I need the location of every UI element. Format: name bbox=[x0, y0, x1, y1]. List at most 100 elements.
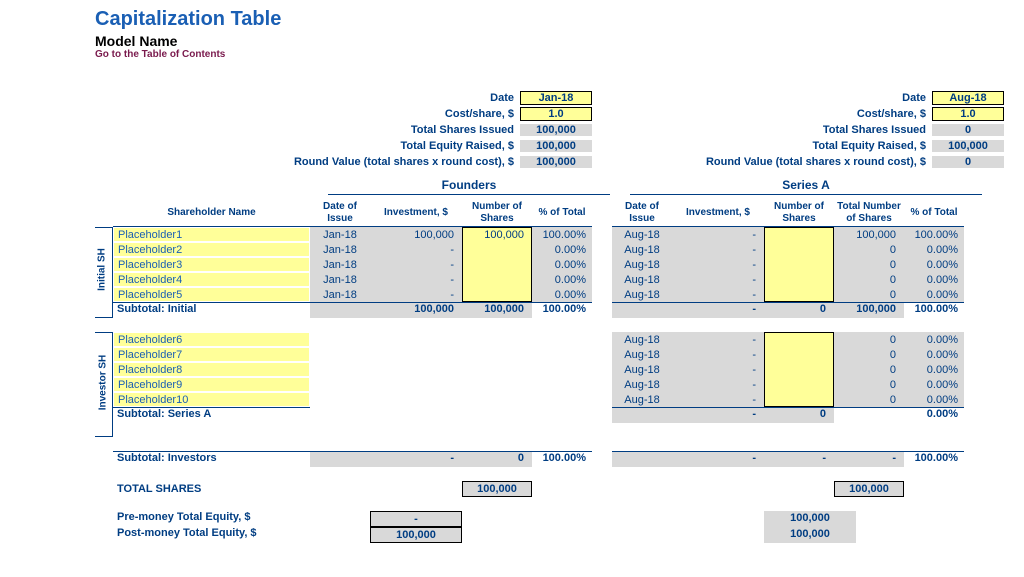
cell-a-total: 0 bbox=[834, 362, 904, 377]
subtotal-investors-f-pct: 100.00% bbox=[532, 451, 592, 467]
shareholder-name[interactable]: Placeholder4 bbox=[113, 272, 310, 287]
cell-a-total: 0 bbox=[834, 272, 904, 287]
cell-f-shares[interactable] bbox=[462, 287, 532, 302]
post-money-label: Post-money Total Equity, $ bbox=[113, 527, 370, 543]
shareholder-name[interactable]: Placeholder3 bbox=[113, 257, 310, 272]
label-initial-sh: Initial SH bbox=[97, 245, 108, 295]
cell-a-shares[interactable] bbox=[764, 257, 834, 272]
table-row: Placeholder9Aug-18-00.00% bbox=[113, 377, 1004, 392]
cell-a-inv: - bbox=[672, 392, 764, 407]
cell-f-inv: 100,000 bbox=[370, 227, 462, 242]
col-a-pct: % of Total bbox=[904, 199, 964, 227]
cell-a-date: Aug-18 bbox=[612, 287, 672, 302]
founders-round: 100,000 bbox=[520, 156, 592, 168]
cell-f-shares[interactable] bbox=[462, 272, 532, 287]
group-initial: Initial SH Placeholder1Jan-18100,000100,… bbox=[95, 227, 1004, 318]
cell-a-pct: 0.00% bbox=[904, 287, 964, 302]
cell-a-total: 0 bbox=[834, 377, 904, 392]
row-subtotal-seriesa: Subtotal: Series A-00.00% bbox=[113, 407, 1004, 423]
founders-equity: 100,000 bbox=[520, 140, 592, 152]
cell-a-inv: - bbox=[672, 377, 764, 392]
label-shares: Total Shares Issued bbox=[220, 124, 520, 136]
cell-f-inv: - bbox=[370, 287, 462, 302]
cell-a-inv: - bbox=[672, 272, 764, 287]
total-shares-label: TOTAL SHARES bbox=[113, 483, 310, 495]
toc-link[interactable]: Go to the Table of Contents bbox=[95, 49, 1004, 60]
table-row: Placeholder5Jan-18-0.00%Aug-18-00.00% bbox=[113, 287, 1004, 302]
col-a-date: Date of Issue bbox=[612, 199, 672, 227]
shareholder-name[interactable]: Placeholder1 bbox=[113, 227, 310, 242]
page-title: Capitalization Table bbox=[95, 8, 1004, 31]
cell-a-shares[interactable] bbox=[764, 332, 834, 347]
cell-f-shares[interactable] bbox=[462, 242, 532, 257]
cell-a-shares[interactable] bbox=[764, 242, 834, 257]
founders-header: Founders bbox=[328, 178, 610, 195]
cell-f-inv: - bbox=[370, 257, 462, 272]
seriesa-round: 0 bbox=[932, 156, 1004, 168]
cell-a-shares[interactable] bbox=[764, 392, 834, 407]
subtotal-investors-a-inv: - bbox=[672, 451, 764, 467]
cell-a-pct: 0.00% bbox=[904, 362, 964, 377]
label-round-a: Round Value (total shares x round cost),… bbox=[632, 156, 932, 168]
cell-a-shares[interactable] bbox=[764, 287, 834, 302]
cell-a-shares[interactable] bbox=[764, 377, 834, 392]
shareholder-name[interactable]: Placeholder9 bbox=[113, 377, 310, 392]
cell-a-total: 100,000 bbox=[834, 227, 904, 242]
founders-cost[interactable]: 1.0 bbox=[520, 107, 592, 121]
group-investor: Investor SH Placeholder6Aug-18-00.00%Pla… bbox=[95, 332, 1004, 437]
table-row: Placeholder3Jan-18-0.00%Aug-18-00.00% bbox=[113, 257, 1004, 272]
cell-a-inv: - bbox=[672, 242, 764, 257]
total-shares-f: 100,000 bbox=[462, 481, 532, 497]
cell-a-date: Aug-18 bbox=[612, 347, 672, 362]
shareholder-name[interactable]: Placeholder8 bbox=[113, 362, 310, 377]
shareholder-name[interactable]: Placeholder6 bbox=[113, 332, 310, 347]
cell-a-date: Aug-18 bbox=[612, 392, 672, 407]
post-money-a: 100,000 bbox=[764, 527, 856, 543]
cell-f-date: Jan-18 bbox=[310, 227, 370, 242]
subtotal-investors-a-sh: - bbox=[764, 451, 834, 467]
cell-a-total: 0 bbox=[834, 392, 904, 407]
cell-a-total: 0 bbox=[834, 347, 904, 362]
founders-date[interactable]: Jan-18 bbox=[520, 91, 592, 105]
shareholder-name[interactable]: Placeholder7 bbox=[113, 347, 310, 362]
cell-f-shares[interactable]: 100,000 bbox=[462, 227, 532, 242]
label-equity: Total Equity Raised, $ bbox=[220, 140, 520, 152]
shareholder-name[interactable]: Placeholder2 bbox=[113, 242, 310, 257]
post-money-f: 100,000 bbox=[370, 527, 462, 543]
shareholder-name[interactable]: Placeholder10 bbox=[113, 392, 310, 407]
col-f-date: Date of Issue bbox=[310, 199, 370, 227]
cell-a-shares[interactable] bbox=[764, 272, 834, 287]
pre-money-a: 100,000 bbox=[764, 511, 856, 527]
cell-a-pct: 0.00% bbox=[904, 272, 964, 287]
cell-f-date: Jan-18 bbox=[310, 242, 370, 257]
cell-f-shares[interactable] bbox=[462, 257, 532, 272]
cell-a-shares[interactable] bbox=[764, 362, 834, 377]
pre-money-f: - bbox=[370, 511, 462, 527]
col-shareholder: Shareholder Name bbox=[113, 199, 310, 227]
shareholder-name[interactable]: Placeholder5 bbox=[113, 287, 310, 302]
cell-a-date: Aug-18 bbox=[612, 332, 672, 347]
label-cost-a: Cost/share, $ bbox=[632, 108, 932, 120]
total-shares-a: 100,000 bbox=[834, 481, 904, 497]
col-a-total: Total Number of Shares bbox=[834, 199, 904, 227]
label-investor-sh: Investor SH bbox=[98, 353, 109, 413]
cell-a-pct: 0.00% bbox=[904, 257, 964, 272]
subtotal-investors-f-inv: - bbox=[370, 451, 462, 467]
cell-a-shares[interactable] bbox=[764, 227, 834, 242]
cell-a-shares[interactable] bbox=[764, 347, 834, 362]
table-row: Placeholder2Jan-18-0.00%Aug-18-00.00% bbox=[113, 242, 1004, 257]
cell-a-inv: - bbox=[672, 287, 764, 302]
summary-seriesa: DateAug-18 Cost/share, $1.0 Total Shares… bbox=[632, 90, 1004, 170]
label-cost: Cost/share, $ bbox=[220, 108, 520, 120]
seriesa-header: Series A bbox=[630, 178, 982, 195]
summary-founders: DateJan-18 Cost/share, $1.0 Total Shares… bbox=[220, 90, 592, 170]
label-date-a: Date bbox=[632, 92, 932, 104]
label-shares-a: Total Shares Issued bbox=[632, 124, 932, 136]
col-f-shares: Number of Shares bbox=[462, 199, 532, 227]
col-f-pct: % of Total bbox=[532, 199, 592, 227]
seriesa-shares: 0 bbox=[932, 124, 1004, 136]
subtotal-investors-f-sh: 0 bbox=[462, 451, 532, 467]
table-row: Placeholder1Jan-18100,000100,000100.00%A… bbox=[113, 227, 1004, 242]
seriesa-cost[interactable]: 1.0 bbox=[932, 107, 1004, 121]
seriesa-date[interactable]: Aug-18 bbox=[932, 91, 1004, 105]
